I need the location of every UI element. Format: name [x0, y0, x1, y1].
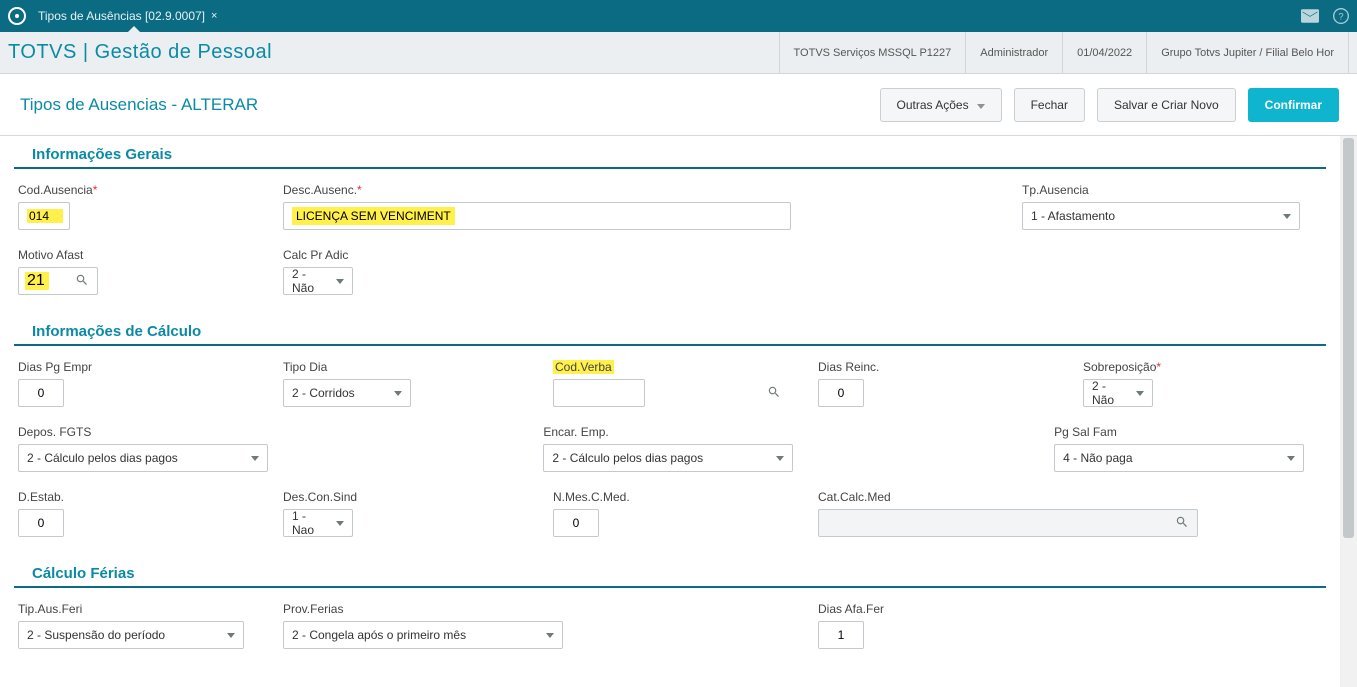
svg-text:?: ?: [1338, 11, 1343, 21]
scrollbar-thumb[interactable]: [1343, 138, 1354, 538]
date-info: 01/04/2022: [1062, 32, 1146, 73]
calc-pr-adic-select[interactable]: 2 - Não: [283, 267, 353, 295]
sobreposicao-select[interactable]: 2 - Não: [1083, 379, 1153, 407]
tab-title: Tipos de Ausências [02.9.0007]: [38, 9, 205, 23]
mail-icon[interactable]: [1301, 9, 1319, 23]
label-desc-ausenc: Desc.Ausenc.*: [283, 183, 994, 197]
dias-afa-fer-input[interactable]: [818, 621, 864, 649]
section-title-ferias: Cálculo Férias: [14, 555, 1326, 588]
tip-aus-feri-select[interactable]: 2 - Suspensão do período: [18, 621, 244, 649]
label-cat-calc-med: Cat.Calc.Med: [818, 490, 1294, 504]
help-icon[interactable]: ?: [1333, 8, 1349, 24]
window-titlebar: Tipos de Ausências [02.9.0007] × ?: [0, 0, 1357, 32]
confirmar-button[interactable]: Confirmar: [1248, 88, 1339, 122]
user-info: Administrador: [965, 32, 1062, 73]
cod-ausencia-input[interactable]: [18, 202, 70, 230]
dias-reinc-input[interactable]: [818, 379, 864, 407]
label-dias-reinc: Dias Reinc.: [818, 360, 1055, 374]
label-d-estab: D.Estab.: [18, 490, 255, 504]
desc-ausenc-input[interactable]: [283, 202, 791, 230]
pg-sal-fam-select[interactable]: 4 - Não paga: [1054, 444, 1304, 472]
window-tab[interactable]: Tipos de Ausências [02.9.0007] ×: [38, 9, 217, 23]
des-con-sind-select[interactable]: 1 - Nao: [283, 509, 353, 537]
fechar-button[interactable]: Fechar: [1014, 88, 1085, 122]
tp-ausencia-select[interactable]: 1 - Afastamento: [1022, 202, 1300, 230]
label-des-con-sind: Des.Con.Sind: [283, 490, 525, 504]
motivo-afast-lookup[interactable]: [18, 267, 98, 295]
title-bar: Tipos de Ausencias - ALTERAR Outras Açõe…: [0, 74, 1357, 136]
group-info: Grupo Totvs Jupiter / Filial Belo Hor: [1146, 32, 1349, 73]
dias-pg-empr-input[interactable]: [18, 379, 64, 407]
search-icon[interactable]: [767, 385, 781, 401]
label-sobreposicao: Sobreposição*: [1083, 360, 1161, 374]
label-encar-emp: Encar. Emp.: [543, 425, 770, 439]
form-area: Informações Gerais Cod.Ausencia* Desc.Au…: [0, 136, 1340, 687]
header-bar: TOTVS | Gestão de Pessoal TOTVS Serviços…: [0, 32, 1357, 74]
depos-fgts-select[interactable]: 2 - Cálculo pelos dias pagos: [18, 444, 268, 472]
label-calc-pr-adic: Calc Pr Adic: [283, 248, 525, 262]
prov-ferias-select[interactable]: 2 - Congela após o primeiro mês: [283, 621, 563, 649]
label-tipo-dia: Tipo Dia: [283, 360, 525, 374]
label-n-mes-c-med: N.Mes.C.Med.: [553, 490, 790, 504]
label-prov-ferias: Prov.Ferias: [283, 602, 790, 616]
label-dias-pg-empr: Dias Pg Empr: [18, 360, 255, 374]
label-tp-ausencia: Tp.Ausencia: [1022, 183, 1294, 197]
label-motivo-afast: Motivo Afast: [18, 248, 255, 262]
close-tab-icon[interactable]: ×: [211, 10, 217, 22]
outras-acoes-button[interactable]: Outras Ações: [880, 88, 1002, 122]
brand-title: TOTVS | Gestão de Pessoal: [8, 41, 272, 64]
env-info: TOTVS Serviços MSSQL P1227: [779, 32, 966, 73]
search-icon[interactable]: [1175, 515, 1191, 531]
tipo-dia-select[interactable]: 2 - Corridos: [283, 379, 411, 407]
label-cod-verba: Cod.Verba: [553, 360, 790, 374]
label-pg-sal-fam: Pg Sal Fam: [1054, 425, 1294, 439]
label-tip-aus-feri: Tip.Aus.Feri: [18, 602, 255, 616]
search-icon[interactable]: [75, 273, 91, 289]
label-depos-fgts: Depos. FGTS: [18, 425, 245, 439]
cat-calc-med-lookup[interactable]: [818, 509, 1198, 537]
label-dias-afa-fer: Dias Afa.Fer: [818, 602, 884, 616]
d-estab-input[interactable]: [18, 509, 64, 537]
vertical-scrollbar[interactable]: [1340, 136, 1357, 687]
page-title: Tipos de Ausencias - ALTERAR: [20, 95, 258, 115]
encar-emp-select[interactable]: 2 - Cálculo pelos dias pagos: [543, 444, 793, 472]
app-logo-icon: [8, 7, 26, 25]
section-title-calculo: Informações de Cálculo: [14, 313, 1326, 346]
label-cod-ausencia: Cod.Ausencia*: [18, 183, 255, 197]
tab-active-indicator-icon: [128, 26, 140, 32]
section-title-gerais: Informações Gerais: [14, 136, 1326, 169]
n-mes-c-med-input[interactable]: [553, 509, 599, 537]
salvar-criar-novo-button[interactable]: Salvar e Criar Novo: [1097, 88, 1236, 122]
cod-verba-lookup[interactable]: [553, 379, 645, 407]
